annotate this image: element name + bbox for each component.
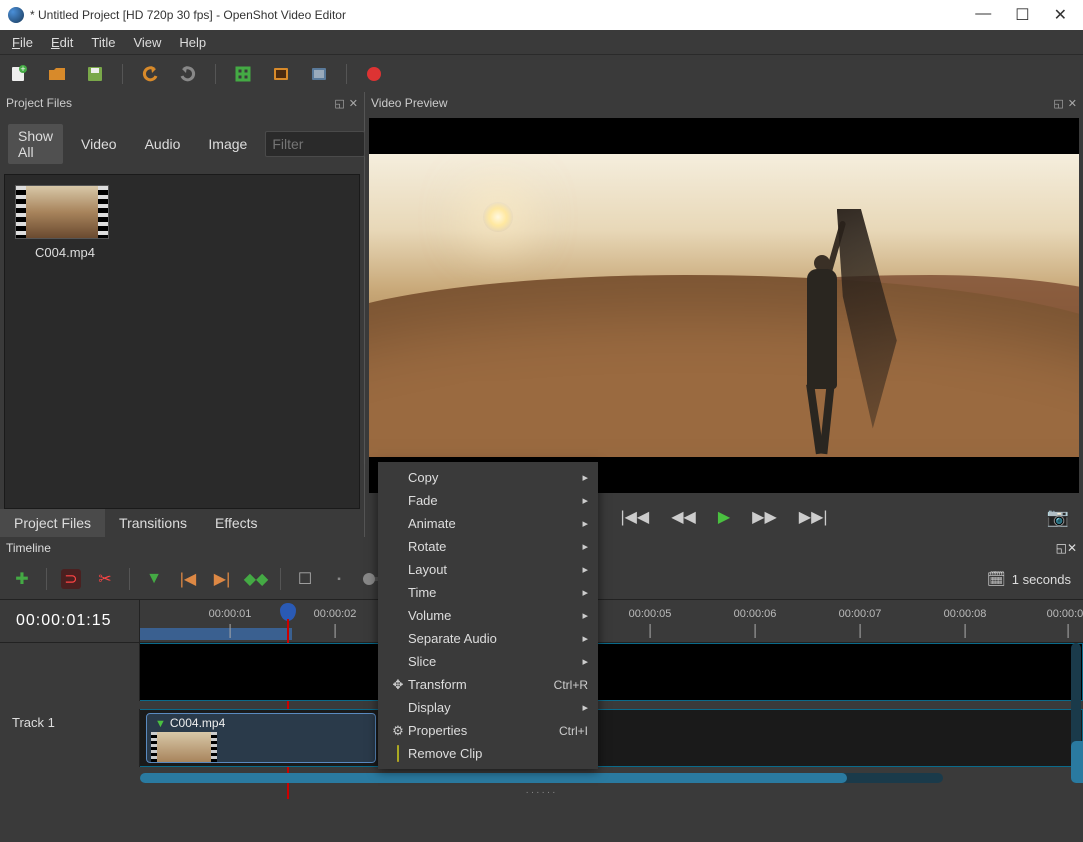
ctx-transform[interactable]: ✥TransformCtrl+R bbox=[378, 673, 598, 696]
menubar: File Edit Title View Help bbox=[0, 30, 1083, 54]
menu-view[interactable]: View bbox=[125, 33, 169, 52]
next-marker-button[interactable]: ▶| bbox=[212, 569, 232, 589]
track-head-0[interactable] bbox=[0, 643, 140, 701]
previous-marker-button[interactable]: |◀ bbox=[178, 569, 198, 589]
snapping-button[interactable]: ⊃ bbox=[61, 569, 81, 589]
ctx-properties[interactable]: ⚙PropertiesCtrl+I bbox=[378, 719, 598, 742]
timeline-vertical-scrollbar[interactable] bbox=[1071, 643, 1081, 783]
maximize-button[interactable]: ☐ bbox=[1015, 5, 1029, 25]
timecode-display[interactable]: 00:00:01:15 bbox=[0, 600, 140, 642]
project-files-area[interactable]: C004.mp4 bbox=[4, 174, 360, 509]
panel-close-icon[interactable]: ✕ bbox=[349, 97, 358, 110]
video-preview bbox=[369, 118, 1079, 493]
ctx-slice[interactable]: Slice▸ bbox=[378, 650, 598, 673]
add-track-button[interactable]: ✚ bbox=[12, 569, 32, 589]
export-video-button[interactable] bbox=[363, 63, 385, 85]
ctx-layout[interactable]: Layout▸ bbox=[378, 558, 598, 581]
timeline-horizontal-scrollbar[interactable] bbox=[140, 773, 943, 783]
jump-start-button[interactable]: |◀◀ bbox=[620, 507, 649, 527]
timeline-clip[interactable]: ▼C004.mp4 bbox=[146, 713, 376, 763]
filter-input[interactable] bbox=[265, 131, 365, 157]
save-project-button[interactable] bbox=[84, 63, 106, 85]
ctx-remove-clip[interactable]: Remove Clip bbox=[378, 742, 598, 765]
center-playhead-button[interactable]: ◆◆ bbox=[246, 569, 266, 589]
menu-title[interactable]: Title bbox=[83, 33, 123, 52]
new-project-button[interactable]: + bbox=[8, 63, 30, 85]
remove-icon bbox=[397, 745, 399, 762]
resize-handle[interactable]: ······ bbox=[0, 783, 1083, 802]
redo-button[interactable] bbox=[177, 63, 199, 85]
jump-end-button[interactable]: ▶▶| bbox=[799, 507, 828, 527]
menu-file[interactable]: File bbox=[4, 33, 41, 52]
fast-forward-button[interactable]: ▶▶ bbox=[752, 507, 777, 527]
project-files-filter: Show All Video Audio Image bbox=[0, 114, 364, 174]
svg-text:+: + bbox=[20, 64, 25, 74]
ctx-rotate[interactable]: Rotate▸ bbox=[378, 535, 598, 558]
filter-video[interactable]: Video bbox=[71, 132, 127, 156]
ctx-display[interactable]: Display▸ bbox=[378, 696, 598, 719]
ctx-animate[interactable]: Animate▸ bbox=[378, 512, 598, 535]
video-preview-title: Video Preview bbox=[371, 96, 448, 110]
clip-name: C004.mp4 bbox=[170, 716, 225, 730]
timeline-grid-button[interactable]: ▪ bbox=[329, 569, 349, 589]
panel-dock-icon[interactable]: ◱ bbox=[334, 97, 344, 110]
import-files-button[interactable] bbox=[232, 63, 254, 85]
snapshot-button[interactable]: 📷 bbox=[1047, 507, 1069, 528]
add-marker-button[interactable]: ▼ bbox=[144, 569, 164, 589]
ctx-separate-audio[interactable]: Separate Audio▸ bbox=[378, 627, 598, 650]
filter-audio[interactable]: Audio bbox=[135, 132, 191, 156]
ctx-fade[interactable]: Fade▸ bbox=[378, 489, 598, 512]
preview-dock-icon[interactable]: ◱ bbox=[1053, 97, 1063, 110]
project-files-panel-header: Project Files ◱ ✕ bbox=[0, 92, 364, 114]
timeline-title: Timeline bbox=[6, 541, 51, 555]
playhead[interactable] bbox=[280, 603, 296, 621]
zoom-label: 1 seconds bbox=[1012, 572, 1071, 587]
timeline-close-icon[interactable]: ✕ bbox=[1067, 541, 1077, 555]
play-button[interactable]: ▶ bbox=[718, 507, 730, 527]
minimize-button[interactable]: — bbox=[975, 5, 991, 25]
ctx-copy[interactable]: Copy▸ bbox=[378, 466, 598, 489]
calendar-icon: 🗓 bbox=[987, 570, 1006, 588]
gear-icon: ⚙ bbox=[388, 723, 408, 739]
clip-context-menu: Copy▸ Fade▸ Animate▸ Rotate▸ Layout▸ Tim… bbox=[378, 462, 598, 769]
timeline-settings-button[interactable]: ☐ bbox=[295, 569, 315, 589]
project-file-item[interactable]: C004.mp4 bbox=[15, 185, 115, 260]
fullscreen-button[interactable] bbox=[308, 63, 330, 85]
rewind-button[interactable]: ◀◀ bbox=[671, 507, 696, 527]
close-button[interactable]: ✕ bbox=[1054, 5, 1067, 25]
preview-close-icon[interactable]: ✕ bbox=[1068, 97, 1077, 110]
ctx-volume[interactable]: Volume▸ bbox=[378, 604, 598, 627]
main-toolbar: + bbox=[0, 54, 1083, 92]
tab-effects[interactable]: Effects bbox=[201, 509, 272, 537]
move-icon: ✥ bbox=[388, 677, 408, 693]
track-head-1[interactable]: Track 1 bbox=[0, 709, 140, 767]
menu-help[interactable]: Help bbox=[171, 33, 214, 52]
filter-show-all[interactable]: Show All bbox=[8, 124, 63, 164]
project-tabs: Project Files Transitions Effects bbox=[0, 509, 364, 537]
video-frame bbox=[369, 154, 1079, 457]
file-thumbnail bbox=[15, 185, 109, 239]
zoom-level[interactable]: 🗓 1 seconds bbox=[987, 570, 1071, 588]
filter-image[interactable]: Image bbox=[198, 132, 257, 156]
project-files-title: Project Files bbox=[6, 96, 72, 110]
file-name: C004.mp4 bbox=[15, 245, 115, 260]
clip-thumbnail bbox=[151, 732, 217, 762]
timeline-dock-icon[interactable]: ◱ bbox=[1056, 541, 1067, 555]
tab-project-files[interactable]: Project Files bbox=[0, 509, 105, 537]
ctx-time[interactable]: Time▸ bbox=[378, 581, 598, 604]
undo-button[interactable] bbox=[139, 63, 161, 85]
video-preview-panel-header: Video Preview ◱ ✕ bbox=[365, 92, 1083, 114]
track-body-0[interactable] bbox=[140, 643, 1083, 701]
choose-profile-button[interactable] bbox=[270, 63, 292, 85]
razor-button[interactable]: ✂ bbox=[95, 569, 115, 589]
track-body-1[interactable]: ▼C004.mp4 bbox=[140, 709, 1083, 767]
menu-edit[interactable]: Edit bbox=[43, 33, 81, 52]
window-title: * Untitled Project [HD 720p 30 fps] - Op… bbox=[30, 8, 975, 22]
tab-transitions[interactable]: Transitions bbox=[105, 509, 201, 537]
open-project-button[interactable] bbox=[46, 63, 68, 85]
window-titlebar: * Untitled Project [HD 720p 30 fps] - Op… bbox=[0, 0, 1083, 30]
app-logo-icon bbox=[8, 7, 24, 23]
timeline-ruler[interactable]: 00:00:01 00:00:02 00:00:05 00:00:06 00:0… bbox=[140, 600, 1083, 642]
